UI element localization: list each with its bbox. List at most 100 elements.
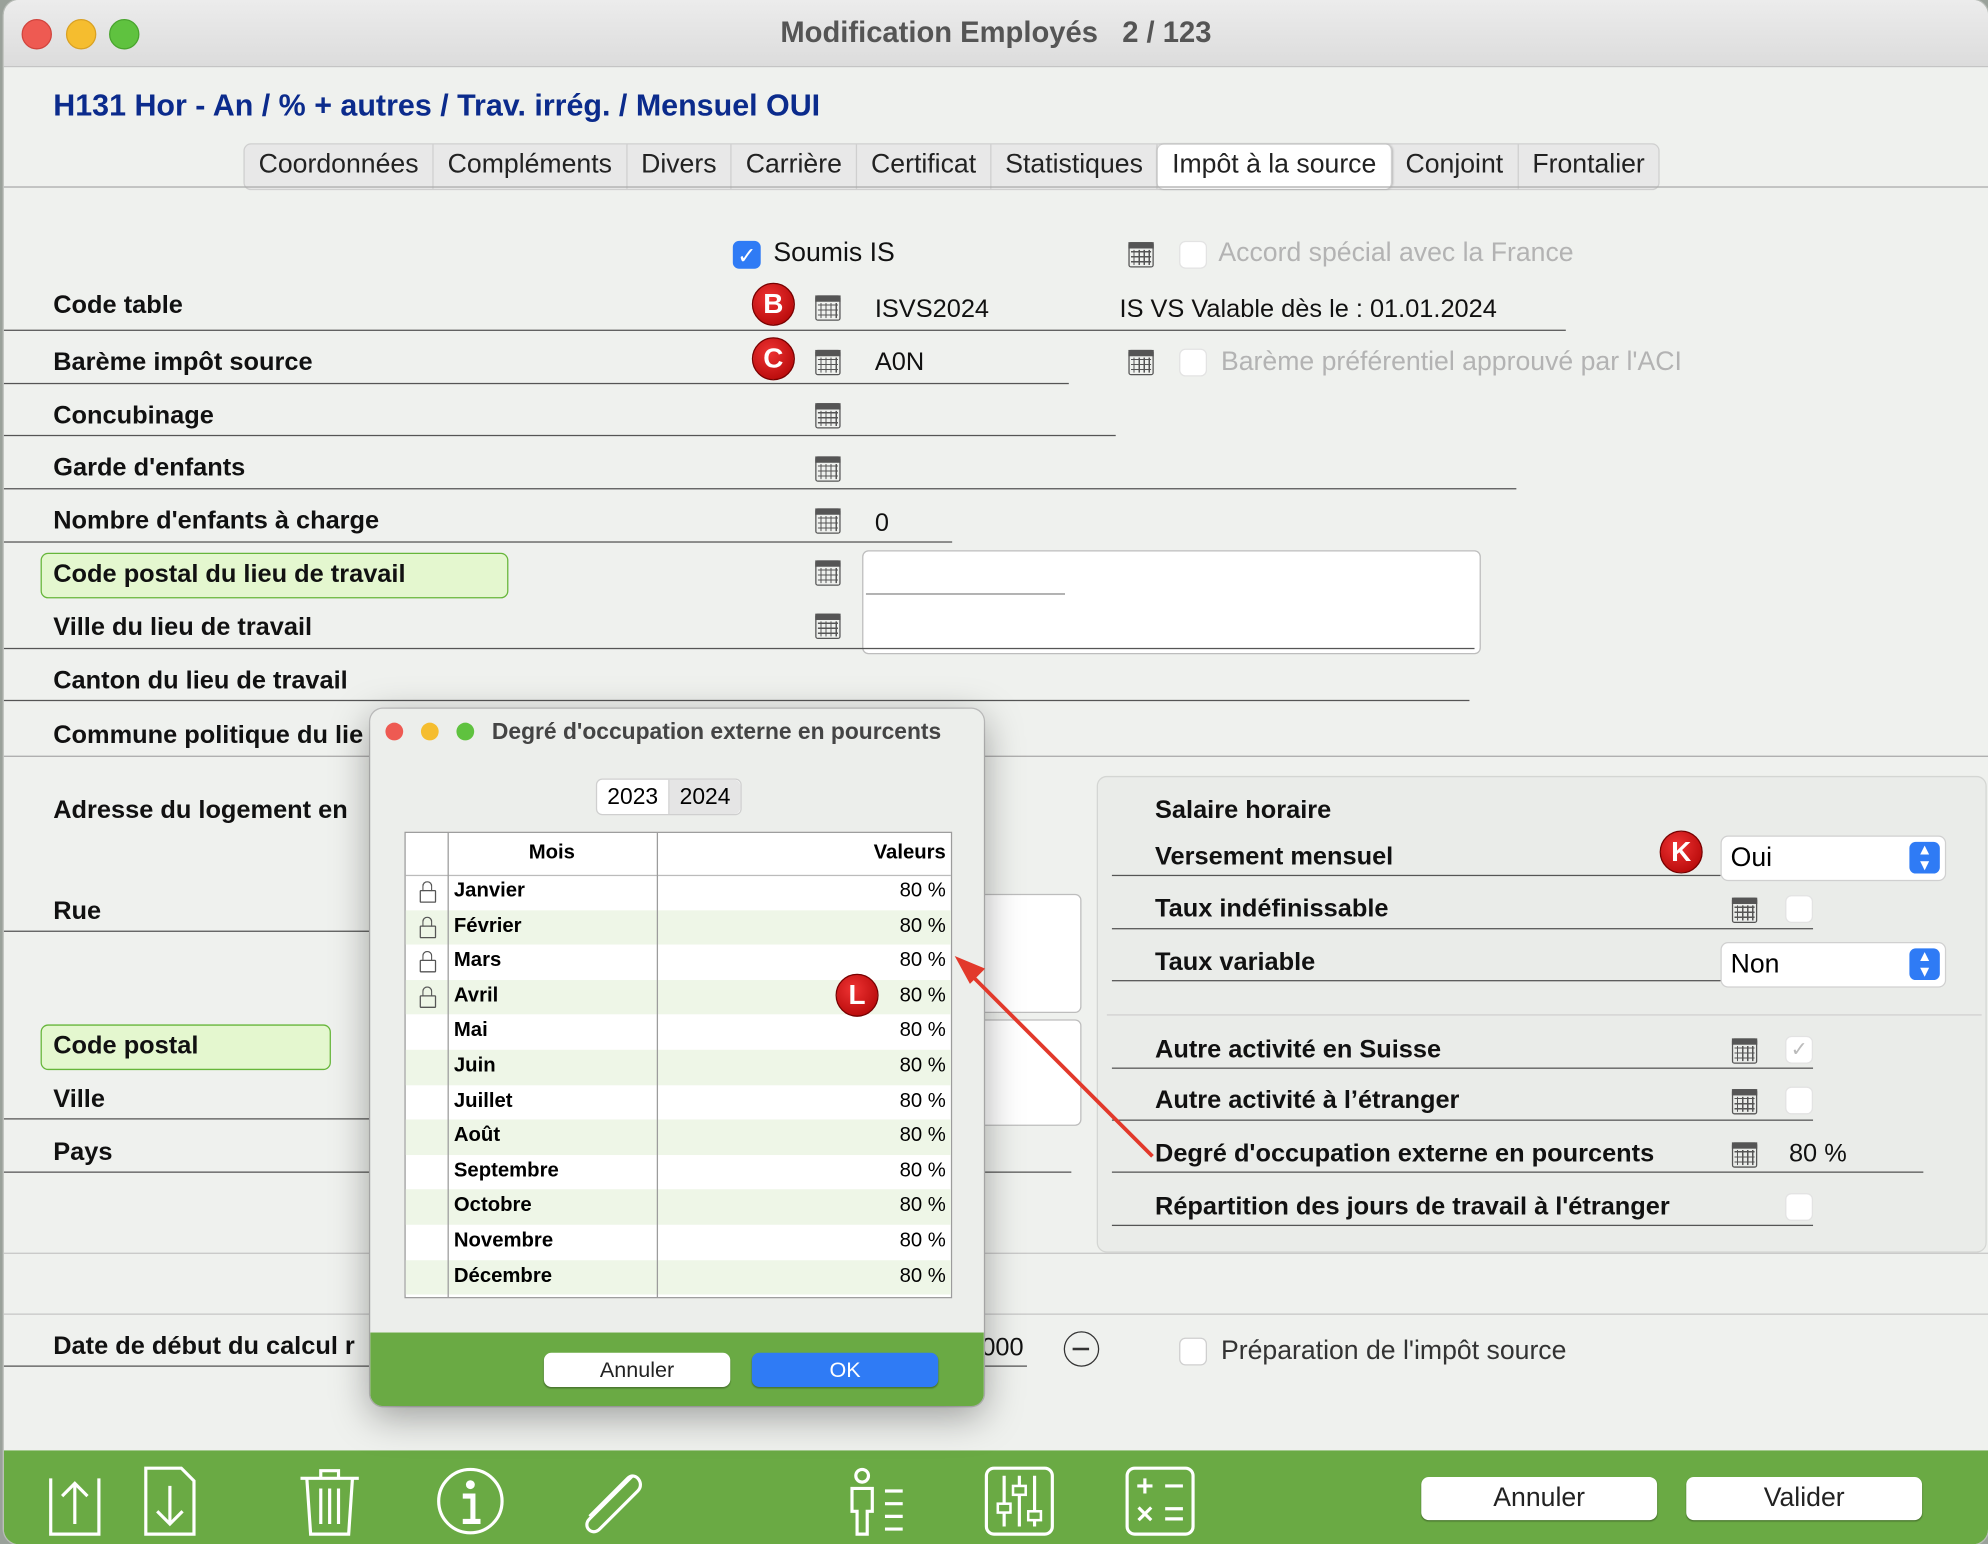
ville-label: Ville: [53, 1085, 105, 1114]
row-divider: [3, 329, 1566, 331]
nombre-enfants-label: Nombre d'enfants à charge: [53, 507, 380, 536]
autre-etranger-checkbox[interactable]: [1785, 1086, 1814, 1115]
autre-suisse-label: Autre activité en Suisse: [1155, 1035, 1442, 1064]
tab-statistiques[interactable]: Statistiques: [991, 144, 1159, 189]
tab-certificat[interactable]: Certificat: [857, 144, 992, 189]
validate-button[interactable]: Valider: [1686, 1477, 1923, 1521]
lock-icon: [419, 986, 437, 1008]
column-header-mois[interactable]: Mois: [529, 842, 575, 865]
year-tab-2023[interactable]: 2023: [597, 780, 668, 814]
calculator-icon[interactable]: [1125, 1466, 1196, 1537]
calendar-icon[interactable]: [1731, 897, 1758, 924]
tab-carriere[interactable]: Carrière: [732, 144, 858, 189]
dialog-zoom-button[interactable]: [456, 722, 475, 741]
month-cell: Septembre: [453, 1159, 559, 1182]
table-row[interactable]: Octobre 80 %: [405, 1189, 951, 1225]
taux-variable-select[interactable]: Non ▲ ▼: [1720, 942, 1947, 988]
bareme-label: Barème impôt source: [53, 348, 313, 377]
value-cell[interactable]: 80 %: [900, 1090, 946, 1113]
repartition-label: Répartition des jours de travail à l'étr…: [1155, 1193, 1670, 1221]
tab-coordonnees[interactable]: Coordonnées: [245, 144, 434, 189]
table-row[interactable]: Mars 80 %: [406, 945, 951, 980]
lieu-travail-box[interactable]: [862, 550, 1481, 655]
value-cell[interactable]: 80 %: [900, 1020, 946, 1043]
tab-conjoint[interactable]: Conjoint: [1392, 144, 1519, 189]
soumis-is-checkbox[interactable]: ✓: [732, 240, 761, 269]
preparation-checkbox[interactable]: [1179, 1337, 1208, 1366]
dialog-close-button[interactable]: [385, 722, 404, 741]
remove-icon[interactable]: [1063, 1331, 1100, 1367]
dialog-cancel-button[interactable]: Annuler: [543, 1352, 731, 1388]
calendar-icon[interactable]: [1731, 1038, 1758, 1064]
value-cell[interactable]: 80 %: [900, 1160, 946, 1183]
calendar-icon[interactable]: [815, 508, 841, 534]
date-debut-value: 000: [981, 1333, 1024, 1362]
calendar-icon[interactable]: [1128, 349, 1154, 376]
dialog-ok-button[interactable]: OK: [751, 1352, 939, 1388]
accord-france-checkbox[interactable]: [1179, 240, 1208, 269]
table-row[interactable]: Janvier 80 %: [406, 875, 951, 910]
taux-indef-checkbox[interactable]: [1785, 895, 1814, 924]
row-divider: [1111, 1119, 1814, 1121]
month-cell: Mars: [453, 949, 502, 972]
table-row[interactable]: Septembre 80 %: [406, 1155, 951, 1190]
trash-icon[interactable]: [295, 1466, 363, 1537]
badge-k: K: [1659, 830, 1703, 874]
row-divider: [3, 930, 372, 932]
section-divider: [3, 1252, 1988, 1254]
tab-complements[interactable]: Compléments: [434, 144, 628, 189]
commune-label: Commune politique du lie: [53, 721, 364, 750]
table-row[interactable]: Juin 80 %: [405, 1049, 951, 1085]
table-row[interactable]: Février 80 %: [405, 909, 951, 945]
calendar-icon[interactable]: [1731, 1142, 1758, 1168]
dialog-title: Degré d'occupation externe en pourcents: [491, 718, 942, 745]
value-cell[interactable]: 80 %: [900, 950, 946, 973]
tab-divers[interactable]: Divers: [627, 144, 732, 189]
window-title: Modification Employés 2 / 123: [780, 15, 1212, 49]
adresse-label: Adresse du logement en: [53, 796, 348, 825]
calendar-icon[interactable]: [815, 295, 841, 321]
calendar-icon[interactable]: [1128, 242, 1154, 268]
calendar-icon[interactable]: [1731, 1089, 1758, 1115]
value-cell[interactable]: 80 %: [900, 1195, 946, 1218]
info-icon[interactable]: [435, 1466, 506, 1537]
table-row[interactable]: Décembre 80 %: [405, 1259, 951, 1295]
repartition-checkbox[interactable]: [1785, 1193, 1814, 1221]
value-cell[interactable]: 80 %: [900, 915, 946, 938]
value-cell[interactable]: 80 %: [900, 1125, 946, 1148]
value-cell[interactable]: 80 %: [900, 985, 946, 1008]
autre-suisse-checkbox[interactable]: ✓: [1785, 1035, 1814, 1064]
dialog-minimize-button[interactable]: [420, 722, 439, 741]
main-window: Modification Employés 2 / 123 H131 Hor -…: [3, 0, 1988, 1544]
upload-icon[interactable]: [46, 1466, 104, 1537]
cancel-button[interactable]: Annuler: [1421, 1477, 1658, 1521]
table-row[interactable]: Juillet 80 %: [406, 1085, 951, 1120]
tab-frontalier[interactable]: Frontalier: [1518, 145, 1658, 189]
calendar-icon[interactable]: [815, 456, 841, 482]
value-cell[interactable]: 80 %: [900, 1230, 946, 1253]
value-cell[interactable]: 80 %: [900, 1265, 946, 1288]
table-row[interactable]: Mai 80 %: [406, 1015, 951, 1050]
column-header-valeurs[interactable]: Valeurs: [874, 842, 946, 865]
tab-impot-source[interactable]: Impôt à la source: [1158, 144, 1392, 189]
sliders-icon[interactable]: [984, 1466, 1055, 1537]
year-tab-2024[interactable]: 2024: [668, 779, 741, 814]
autre-etranger-label: Autre activité à l’étranger: [1155, 1086, 1460, 1115]
dialog-footer: Annuler OK: [370, 1332, 984, 1407]
soumis-is-label: Soumis IS: [773, 238, 895, 268]
calendar-icon[interactable]: [815, 613, 841, 640]
paperclip-icon[interactable]: [572, 1466, 648, 1537]
calendar-icon[interactable]: [815, 560, 841, 586]
person-list-icon[interactable]: [847, 1466, 908, 1537]
bareme-pref-checkbox[interactable]: [1179, 348, 1208, 377]
versement-select[interactable]: Oui ▲ ▼: [1720, 835, 1947, 882]
calendar-icon[interactable]: [815, 349, 841, 376]
value-cell[interactable]: 80 %: [900, 880, 946, 903]
table-row[interactable]: Août 80 %: [405, 1119, 951, 1155]
chevron-updown-icon: ▲ ▼: [1909, 948, 1940, 981]
table-row[interactable]: Novembre 80 %: [406, 1225, 951, 1260]
value-cell[interactable]: 80 %: [900, 1055, 946, 1078]
preparation-label: Préparation de l'impôt source: [1220, 1336, 1567, 1366]
download-icon[interactable]: [141, 1466, 199, 1537]
calendar-icon[interactable]: [815, 403, 841, 429]
